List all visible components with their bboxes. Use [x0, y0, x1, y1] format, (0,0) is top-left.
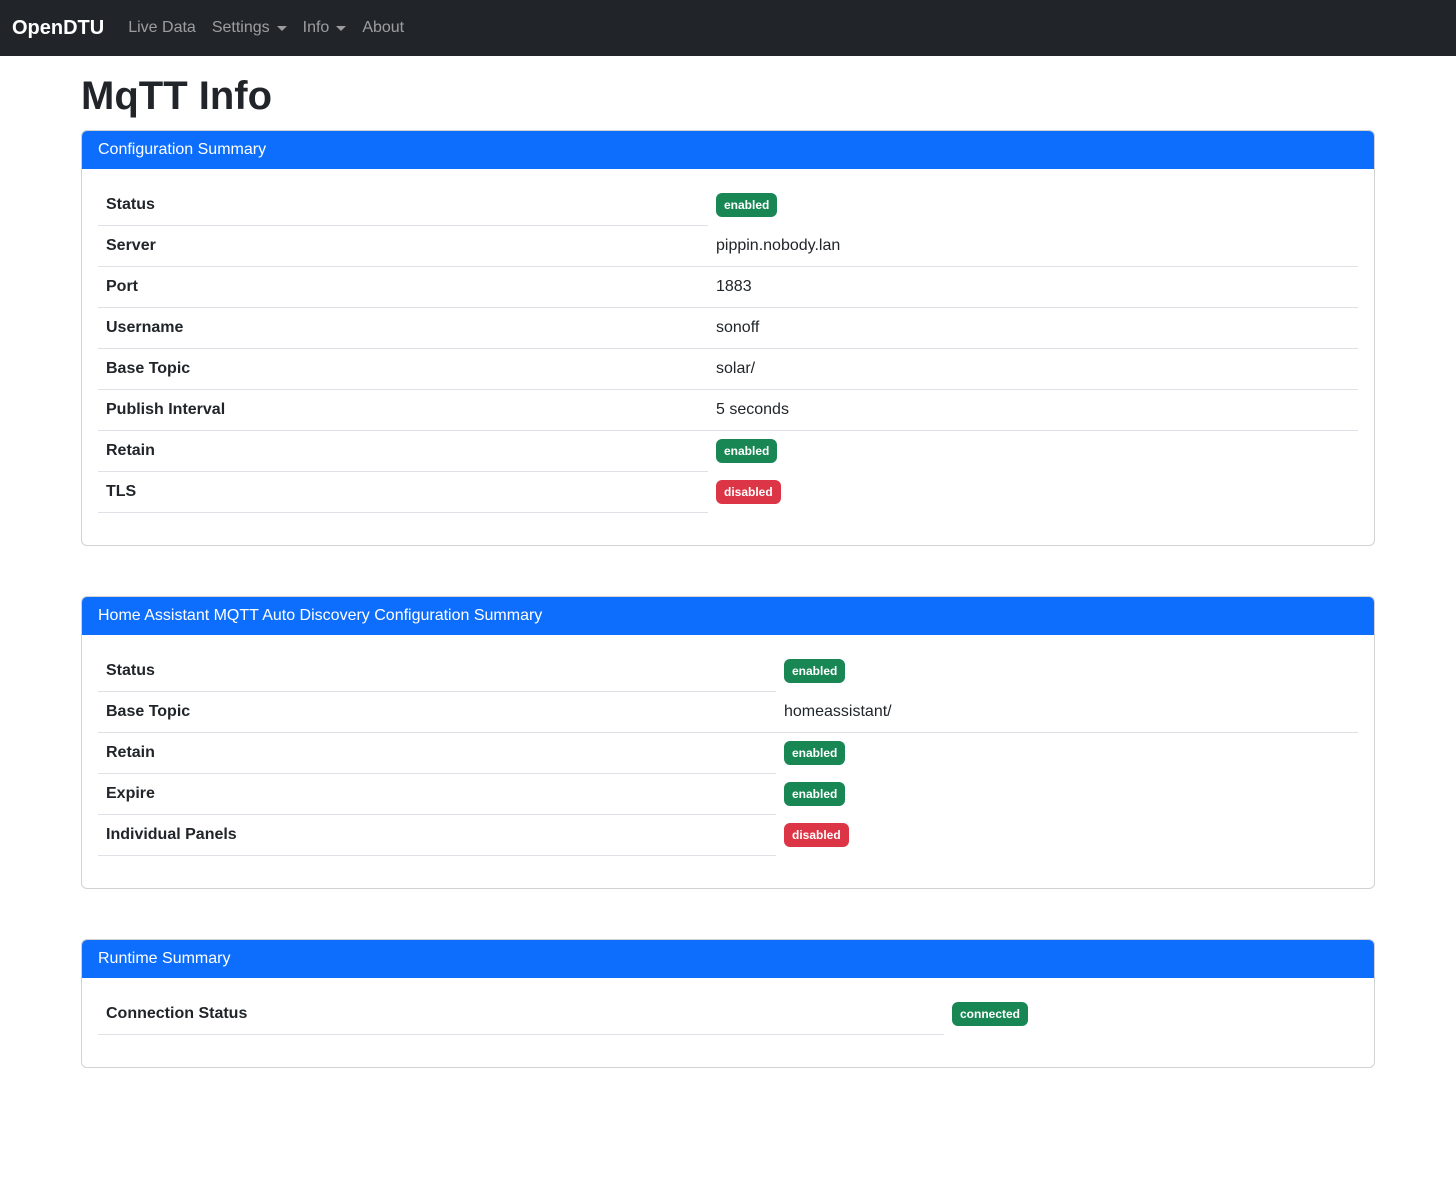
status-badge: enabled: [716, 193, 777, 217]
configuration-table: Status enabled Server pippin.nobody.lan …: [98, 185, 1358, 513]
nav-item-settings[interactable]: Settings: [204, 11, 295, 45]
card-runtime-summary: Runtime Summary Connection Status connec…: [81, 939, 1375, 1068]
row-label: Status: [98, 185, 708, 226]
runtime-table: Connection Status connected: [98, 994, 1358, 1035]
nav-item-live-data[interactable]: Live Data: [120, 11, 204, 45]
card-header-configuration-summary: Configuration Summary: [82, 131, 1374, 169]
chevron-down-icon: [277, 26, 287, 31]
row-value: homeassistant/: [776, 692, 1358, 733]
main-content: MqTT Info Configuration Summary Status e…: [81, 72, 1375, 1068]
chevron-down-icon: [336, 26, 346, 31]
status-badge: disabled: [716, 480, 781, 504]
row-value: 1883: [708, 267, 1358, 308]
table-row: Status enabled: [98, 651, 1358, 692]
status-badge: enabled: [784, 741, 845, 765]
card-header-runtime-summary: Runtime Summary: [82, 940, 1374, 978]
card-hass-discovery-summary: Home Assistant MQTT Auto Discovery Confi…: [81, 596, 1375, 889]
row-value: solar/: [708, 349, 1358, 390]
table-row: Individual Panels disabled: [98, 815, 1358, 856]
row-value: pippin.nobody.lan: [708, 226, 1358, 267]
row-value: connected: [944, 994, 1358, 1035]
status-badge: enabled: [784, 659, 845, 683]
table-row: Port 1883: [98, 267, 1358, 308]
row-label: Base Topic: [98, 349, 708, 390]
navbar-nav: Live Data Settings Info About: [120, 11, 412, 45]
card-body: Status enabled Base Topic homeassistant/…: [82, 635, 1374, 888]
row-label: Server: [98, 226, 708, 267]
row-label: Port: [98, 267, 708, 308]
row-value: enabled: [708, 185, 1358, 226]
row-label: Connection Status: [98, 994, 944, 1035]
row-label: Retain: [98, 733, 776, 774]
row-label: Base Topic: [98, 692, 776, 733]
table-row: Retain enabled: [98, 733, 1358, 774]
page-title: MqTT Info: [81, 72, 1375, 120]
navbar-brand[interactable]: OpenDTU: [12, 17, 104, 40]
table-row: Username sonoff: [98, 308, 1358, 349]
row-value: enabled: [776, 774, 1358, 815]
row-label: Expire: [98, 774, 776, 815]
card-configuration-summary: Configuration Summary Status enabled Ser…: [81, 130, 1375, 546]
table-row: Status enabled: [98, 185, 1358, 226]
nav-item-info-label: Info: [303, 19, 330, 37]
table-row: Publish Interval 5 seconds: [98, 390, 1358, 431]
hass-discovery-table: Status enabled Base Topic homeassistant/…: [98, 651, 1358, 856]
table-row: Expire enabled: [98, 774, 1358, 815]
row-value: enabled: [776, 651, 1358, 692]
row-value: sonoff: [708, 308, 1358, 349]
row-value: disabled: [708, 472, 1358, 513]
nav-item-about[interactable]: About: [354, 11, 412, 45]
row-label: Status: [98, 651, 776, 692]
table-row: Retain enabled: [98, 431, 1358, 472]
card-header-hass-discovery-summary: Home Assistant MQTT Auto Discovery Confi…: [82, 597, 1374, 635]
table-row: Base Topic solar/: [98, 349, 1358, 390]
row-value: enabled: [776, 733, 1358, 774]
row-value: disabled: [776, 815, 1358, 856]
table-row: TLS disabled: [98, 472, 1358, 513]
nav-item-info[interactable]: Info: [295, 11, 355, 45]
status-badge: connected: [952, 1002, 1028, 1026]
table-row: Server pippin.nobody.lan: [98, 226, 1358, 267]
row-label: Publish Interval: [98, 390, 708, 431]
row-value: enabled: [708, 431, 1358, 472]
row-value: 5 seconds: [708, 390, 1358, 431]
card-body: Status enabled Server pippin.nobody.lan …: [82, 169, 1374, 545]
nav-item-settings-label: Settings: [212, 19, 270, 37]
row-label: Retain: [98, 431, 708, 472]
status-badge: enabled: [784, 782, 845, 806]
card-body: Connection Status connected: [82, 978, 1374, 1067]
status-badge: disabled: [784, 823, 849, 847]
status-badge: enabled: [716, 439, 777, 463]
row-label: Individual Panels: [98, 815, 776, 856]
navbar: OpenDTU Live Data Settings Info About: [0, 0, 1456, 56]
table-row: Base Topic homeassistant/: [98, 692, 1358, 733]
row-label: Username: [98, 308, 708, 349]
table-row: Connection Status connected: [98, 994, 1358, 1035]
row-label: TLS: [98, 472, 708, 513]
